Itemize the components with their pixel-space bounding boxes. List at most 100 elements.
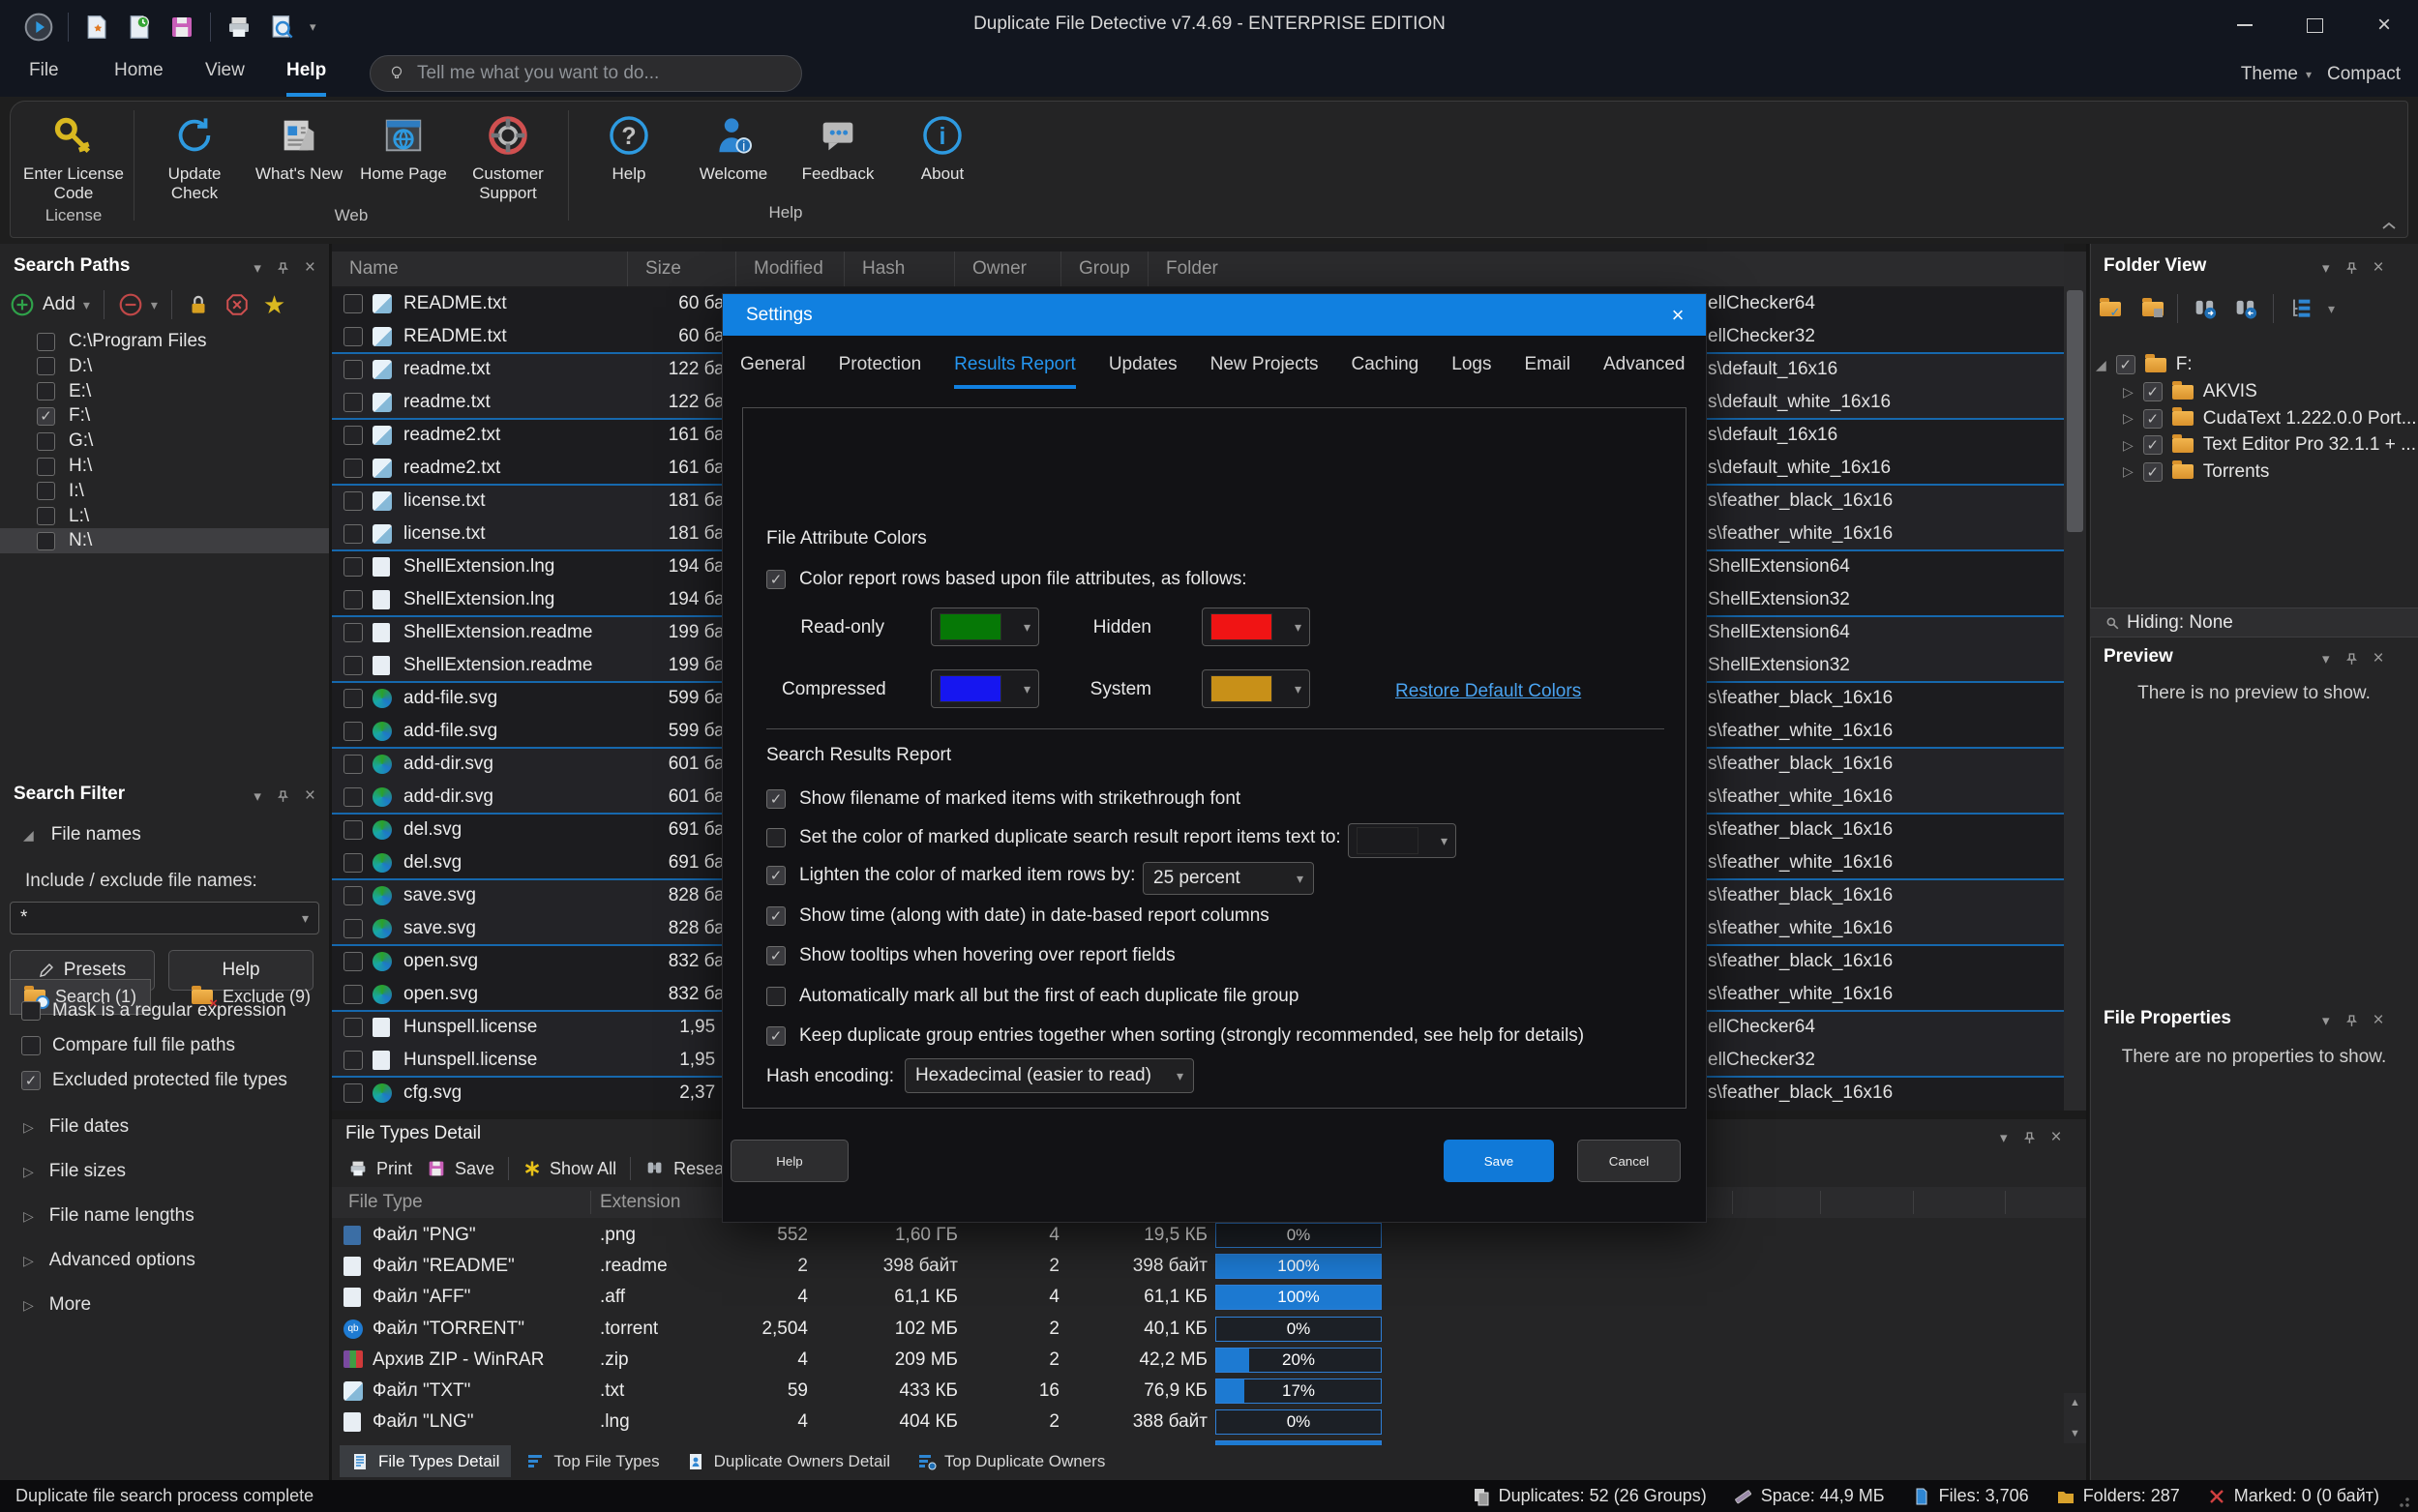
column-header-folder[interactable]: Folder bbox=[1148, 252, 2064, 286]
pin-icon[interactable] bbox=[2023, 1132, 2036, 1144]
new-project-icon[interactable] bbox=[82, 13, 111, 42]
checkbox[interactable] bbox=[343, 1083, 363, 1103]
ribbon-button-what-s-new[interactable]: What's New bbox=[249, 103, 349, 202]
compressed-color-combo[interactable]: ▾ bbox=[931, 669, 1039, 708]
checkbox[interactable] bbox=[343, 689, 363, 708]
close-icon[interactable]: × bbox=[2373, 648, 2384, 669]
column-header-hash[interactable]: Hash bbox=[844, 252, 954, 286]
expand-triangle-icon[interactable]: ▷ bbox=[2123, 463, 2134, 480]
save-project-icon[interactable] bbox=[167, 13, 196, 42]
ribbon-button-update-check[interactable]: Update Check bbox=[144, 103, 245, 202]
chevron-down-icon[interactable]: ▾ bbox=[2322, 650, 2330, 667]
close-icon[interactable]: × bbox=[2373, 1010, 2384, 1031]
checkbox[interactable] bbox=[343, 557, 363, 577]
ribbon-button-help[interactable]: ?Help bbox=[579, 103, 679, 199]
menu-tab-file[interactable]: File bbox=[29, 60, 59, 93]
uncheck-all-folders-icon[interactable] bbox=[2142, 302, 2164, 316]
tree-view-icon[interactable] bbox=[2287, 295, 2314, 322]
filter-checkbox-2[interactable]: Excluded protected file types bbox=[21, 1070, 287, 1091]
ribbon-button-enter-license-code[interactable]: Enter License Code bbox=[23, 103, 124, 202]
read-only-color-combo[interactable]: ▾ bbox=[931, 608, 1039, 646]
pin-icon[interactable] bbox=[277, 262, 289, 275]
checkbox[interactable] bbox=[21, 1036, 41, 1055]
checkbox[interactable] bbox=[343, 426, 363, 445]
checkbox[interactable] bbox=[2143, 435, 2163, 455]
tree-item-root[interactable]: ◢F: bbox=[2096, 354, 2193, 375]
tree-item-text-editor-pro-[interactable]: ▷Text Editor Pro 32.1.1 + ... bbox=[2123, 434, 2416, 456]
block-icon[interactable] bbox=[224, 292, 250, 317]
checkbox[interactable] bbox=[766, 987, 786, 1006]
filter-checkbox-0[interactable]: Mask is a regular expression bbox=[21, 1000, 286, 1022]
checkbox[interactable] bbox=[343, 886, 363, 905]
close-icon[interactable]: × bbox=[2051, 1127, 2062, 1148]
ribbon-button-home-page[interactable]: Home Page bbox=[353, 103, 454, 202]
expand-triangle-icon[interactable]: ▷ bbox=[2123, 437, 2134, 454]
pin-icon[interactable] bbox=[2345, 653, 2358, 666]
checkbox[interactable] bbox=[2143, 409, 2163, 429]
print-report-button[interactable]: Print bbox=[347, 1158, 412, 1179]
checkbox[interactable] bbox=[343, 952, 363, 971]
report-option-5[interactable]: Automatically mark all but the first of … bbox=[766, 986, 1674, 1007]
file-type-row[interactable]: qbФайл "TORRENT".torrent2,504102 МБ240,1… bbox=[332, 1314, 2086, 1345]
lock-icon[interactable] bbox=[186, 292, 211, 317]
collapse-triangle-icon[interactable]: ◢ bbox=[2096, 357, 2106, 373]
report-tab-top-duplicate-owners[interactable]: Top Duplicate Owners bbox=[906, 1445, 1117, 1477]
file-type-row[interactable]: Файл "LNG".lng4404 КБ2388 байт0% bbox=[332, 1407, 2086, 1438]
column-header-name[interactable]: Name bbox=[332, 252, 627, 286]
lighten-percent-combo[interactable]: 25 percent▾ bbox=[1143, 862, 1314, 895]
hash-encoding-combo[interactable]: Hexadecimal (easier to read)▾ bbox=[905, 1058, 1194, 1093]
filter-section-more[interactable]: ▷More bbox=[23, 1294, 91, 1316]
checkbox[interactable] bbox=[343, 656, 363, 675]
checkbox[interactable] bbox=[766, 789, 786, 809]
ribbon-button-customer-support[interactable]: Customer Support bbox=[458, 103, 558, 202]
search-path-item[interactable]: D:\ bbox=[0, 354, 329, 379]
checkbox[interactable] bbox=[343, 787, 363, 807]
theme-button[interactable]: Theme▾ bbox=[2241, 64, 2312, 85]
file-type-row-partial[interactable] bbox=[332, 1438, 2086, 1445]
section-file-names[interactable]: ◢ File names bbox=[23, 824, 141, 845]
show-all-button[interactable]: Show All bbox=[522, 1159, 616, 1179]
settings-tab-updates[interactable]: Updates bbox=[1109, 354, 1178, 389]
hidden-color-combo[interactable]: ▾ bbox=[1202, 608, 1310, 646]
dialog-save-button[interactable]: Save bbox=[1444, 1140, 1554, 1182]
checkbox[interactable] bbox=[766, 906, 786, 926]
checkbox[interactable] bbox=[37, 482, 55, 500]
remove-path-button[interactable]: ▾ bbox=[118, 292, 158, 317]
close-icon[interactable]: × bbox=[305, 257, 315, 279]
checkbox[interactable] bbox=[37, 507, 55, 525]
checkbox[interactable] bbox=[343, 294, 363, 313]
add-path-button[interactable]: Add ▾ bbox=[10, 292, 90, 317]
menu-tab-help[interactable]: Help bbox=[286, 60, 326, 97]
checkbox[interactable] bbox=[2143, 382, 2163, 401]
print-preview-icon[interactable] bbox=[267, 13, 296, 42]
checkbox[interactable] bbox=[343, 722, 363, 741]
search-path-item[interactable]: H:\ bbox=[0, 454, 329, 479]
research-button[interactable]: Resea bbox=[644, 1158, 724, 1179]
pin-icon[interactable] bbox=[2345, 262, 2358, 275]
chevron-down-icon[interactable]: ▾ bbox=[2328, 301, 2335, 317]
search-path-item[interactable]: N:\ bbox=[0, 528, 329, 553]
checkbox[interactable] bbox=[37, 382, 55, 400]
search-path-item[interactable]: C:\Program Files bbox=[0, 329, 329, 354]
settings-tab-protection[interactable]: Protection bbox=[839, 354, 922, 389]
checkbox[interactable] bbox=[2143, 462, 2163, 482]
checkbox[interactable] bbox=[37, 432, 55, 451]
column-header-size[interactable]: Size bbox=[627, 252, 735, 286]
tree-item-torrents[interactable]: ▷Torrents bbox=[2123, 461, 2269, 483]
filter-section-file-name-lengths[interactable]: ▷File name lengths bbox=[23, 1205, 194, 1227]
results-scrollbar-thumb[interactable] bbox=[2067, 290, 2083, 532]
checkbox[interactable] bbox=[343, 393, 363, 412]
checkbox[interactable] bbox=[343, 524, 363, 544]
file-types-scrollbar[interactable]: ▲▼ bbox=[2064, 1393, 2086, 1443]
filter-section-file-dates[interactable]: ▷File dates bbox=[23, 1116, 129, 1138]
checkbox[interactable] bbox=[766, 866, 786, 885]
search-path-item[interactable]: G:\ bbox=[0, 429, 329, 454]
close-button[interactable]: × bbox=[2350, 0, 2418, 50]
ribbon-button-feedback[interactable]: Feedback bbox=[788, 103, 888, 199]
report-option-6[interactable]: Keep duplicate group entries together wh… bbox=[766, 1025, 1674, 1047]
dialog-close-icon[interactable]: × bbox=[1663, 302, 1692, 329]
expand-triangle-icon[interactable]: ▷ bbox=[2123, 410, 2134, 427]
tree-item-akvis[interactable]: ▷AKVIS bbox=[2123, 381, 2257, 402]
file-type-row[interactable]: Файл "TXT".txt59433 КБ1676,9 КБ17% bbox=[332, 1376, 2086, 1407]
column-header-owner[interactable]: Owner bbox=[954, 252, 1060, 286]
